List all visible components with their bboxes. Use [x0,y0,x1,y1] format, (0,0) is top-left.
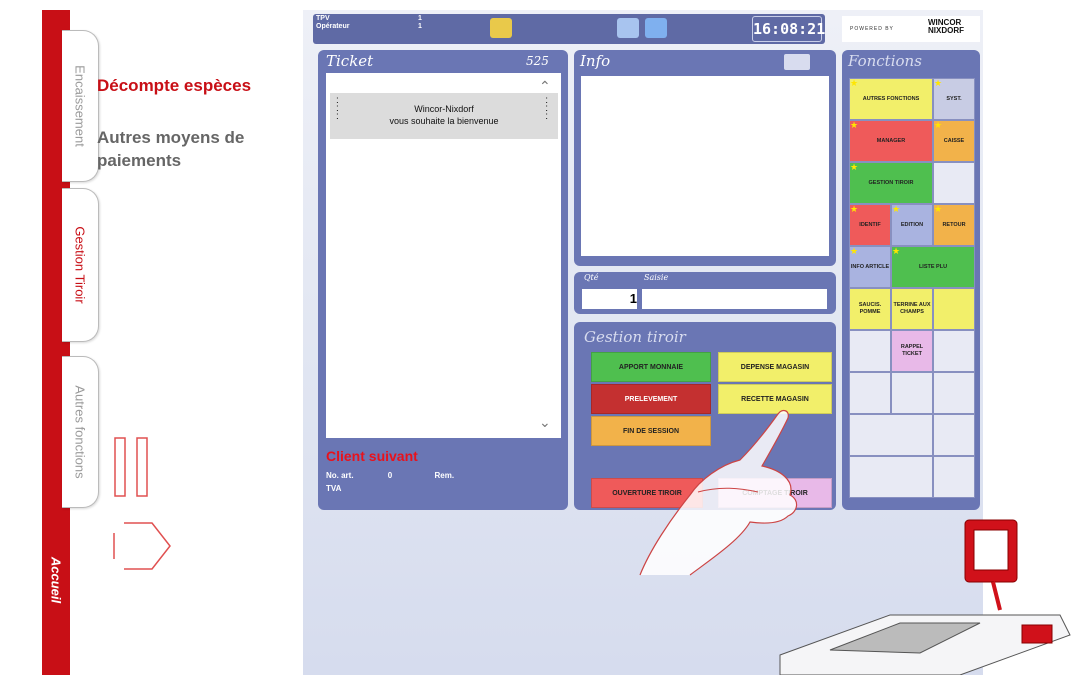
star-icon: ★ [892,246,901,256]
empty-yellow-slot[interactable] [933,288,975,330]
qty-label: Qté [584,273,599,282]
tab-encaissement[interactable]: Encaissement [62,30,99,182]
menu-item-label: Autres moyens de paiements [97,128,245,170]
empty-slot[interactable] [933,330,975,372]
header-values: 1 1 [418,15,422,30]
refresh-icon[interactable] [645,18,667,38]
gestion-title: Gestion tiroir [584,328,686,346]
next-arrow-icon[interactable] [112,515,172,577]
client-vat: TVA [326,484,342,493]
menu-item-decompte-especes[interactable]: Décompte espèces [97,76,251,96]
welcome-message: ::: ::: Wincor-Nixdorf vous souhaite la … [330,93,558,139]
menu-item-autres-moyens[interactable]: Autres moyens de paiements [97,126,257,172]
header-bar [313,14,825,44]
empty-slot[interactable] [849,372,891,414]
quantity-field[interactable]: 1 [582,289,637,309]
gestion-tiroir-button[interactable]: GESTION TIROIR [849,162,933,204]
info-title: Info [580,52,611,70]
empty-slot[interactable] [849,456,933,498]
input-field[interactable] [642,289,827,309]
ticket-number: 525 [526,54,549,68]
depense-magasin-button[interactable]: DEPENSE MAGASIN [718,352,832,382]
fonctions-title: Fonctions [848,52,922,70]
clock: 16:08:21 [752,16,825,42]
ticket-title: Ticket [326,52,374,70]
header-labels: TPV Opérateur [316,15,350,30]
liste-plu-button[interactable]: LISTE PLU [891,246,975,288]
star-icon: ★ [892,204,901,214]
empty-slot[interactable] [849,330,891,372]
star-icon: ★ [850,162,859,172]
client-next-title: Client suivant [326,448,418,464]
input-label: Saisie [644,273,669,282]
star-icon: ★ [850,120,859,130]
empty-slot[interactable] [933,456,975,498]
info-display [581,76,829,256]
mail-icon[interactable] [490,18,512,38]
star-icon: ★ [934,204,943,214]
star-icon: ★ [934,120,943,130]
empty-slot[interactable] [933,162,975,204]
pause-icon[interactable] [113,436,153,498]
scroll-down-icon[interactable]: ⌄ [539,414,551,431]
brand-logo: WINCOR NIXDORF [928,18,964,35]
client-fields: No. art. 0 Rem. [326,471,455,480]
document-icon[interactable] [617,18,639,38]
empty-slot[interactable] [891,372,933,414]
autres-fonctions-button[interactable]: AUTRES FONCTIONS [849,78,933,120]
empty-slot[interactable] [849,414,933,456]
tab-autres-fonctions[interactable]: Autres fonctions [62,356,99,508]
rappel-ticket-button[interactable]: RAPPEL TICKET [891,330,933,372]
star-icon: ★ [850,246,859,256]
pos-terminal-illustration [779,519,1071,675]
star-icon: ★ [850,204,859,214]
star-icon: ★ [850,78,859,88]
empty-slot[interactable] [933,414,975,456]
scroll-up-icon[interactable]: ⌃ [539,78,551,95]
apport-monnaie-button[interactable]: APPORT MONNAIE [591,352,711,382]
manager-button[interactable]: MANAGER [849,120,933,162]
empty-slot[interactable] [933,372,975,414]
star-icon: ★ [934,78,943,88]
tab-gestion-tiroir[interactable]: Gestion Tiroir [62,188,99,342]
saucisse-pomme-button[interactable]: SAUCIS. POMME [849,288,891,330]
terrine-button[interactable]: TERRINE AUX CHAMPS [891,288,933,330]
powered-by-label: POWERED BY [850,26,894,32]
home-tab[interactable]: Accueil [42,520,70,640]
printer-icon[interactable] [784,54,810,70]
